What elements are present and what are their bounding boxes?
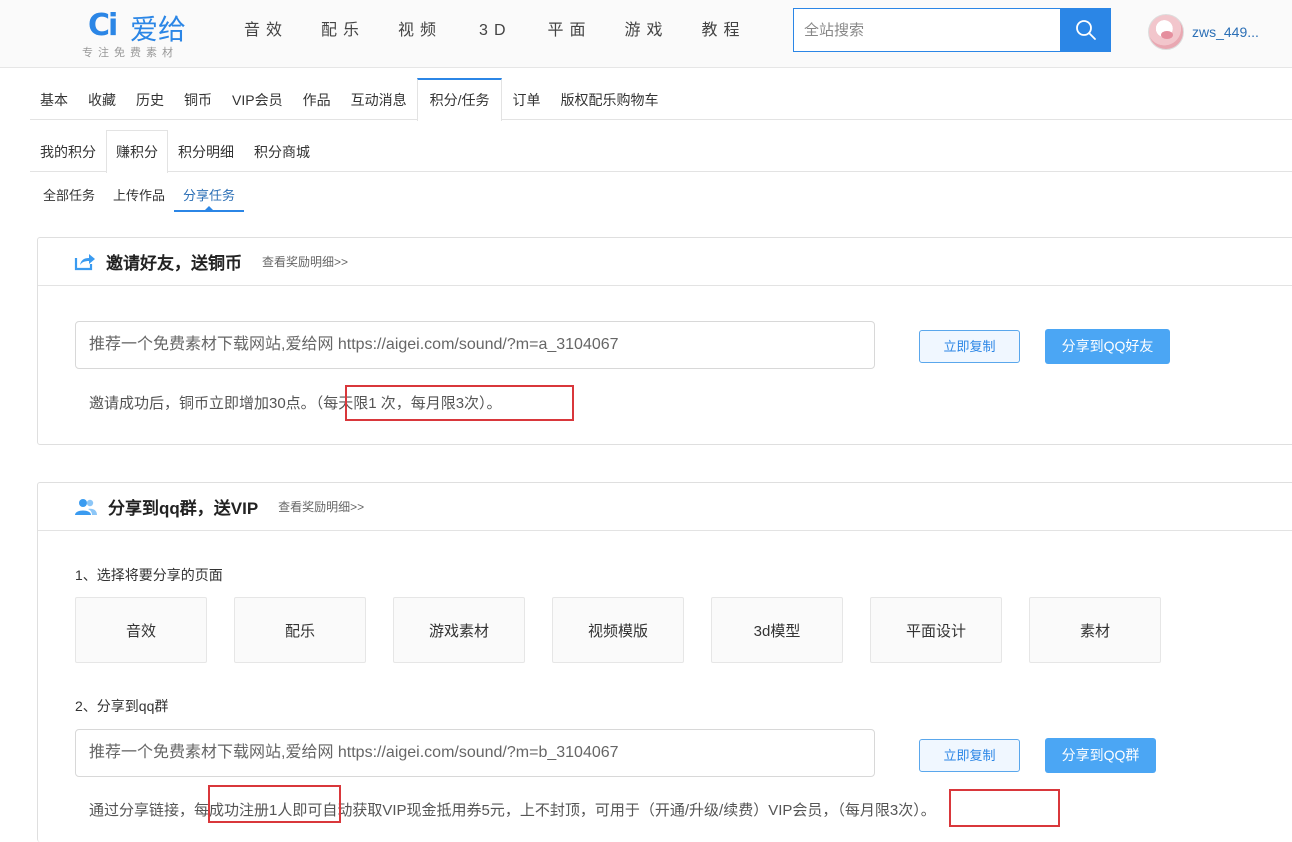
share-note-c: 可自动获取VIP现金抵用券5元，上不封顶，可用于（开通/升级/续费）VIP会员， — [307, 802, 838, 819]
username[interactable]: zws_449... — [1192, 24, 1259, 40]
category-game-assets[interactable]: 游戏素材 — [393, 597, 525, 663]
share-group-title: 分享到qq群，送VIP — [108, 499, 259, 518]
points-tabs: 我的积分 赚积分 积分明细 积分商城 — [30, 130, 1292, 173]
tab-basic[interactable]: 基本 — [30, 78, 78, 120]
nav-sound[interactable]: 音效 — [226, 0, 303, 62]
tab-music-cart[interactable]: 版权配乐购物车 — [550, 78, 668, 120]
invite-card: 邀请好友，送铜币 查看奖励明细>> 推荐一个免费素材下载网站,爱给网 https… — [37, 237, 1292, 445]
top-nav: 音效 配乐 视频 3D 平面 游戏 教程 — [226, 0, 761, 62]
site-logo[interactable]: Ci 爱给 专注免费素材 — [80, 6, 210, 62]
tab-orders[interactable]: 订单 — [502, 78, 550, 120]
account-tabs: 基本 收藏 历史 铜币 VIP会员 作品 互动消息 积分/任务 订单 版权配乐购… — [30, 78, 1292, 121]
user-menu[interactable]: zws_449... — [1148, 14, 1259, 50]
page-category-list: 音效 配乐 游戏素材 视频模版 3d模型 平面设计 素材 — [75, 597, 1188, 663]
invite-note-prefix: 邀请成功后，铜币立即增加30点。 — [89, 395, 316, 412]
category-video-templates[interactable]: 视频模版 — [552, 597, 684, 663]
tab-favorites[interactable]: 收藏 — [78, 78, 126, 120]
tab-points-mall[interactable]: 积分商城 — [244, 130, 320, 172]
avatar[interactable] — [1148, 14, 1184, 50]
invite-detail-link[interactable]: 查看奖励明细>> — [262, 253, 348, 270]
tab-messages[interactable]: 互动消息 — [341, 78, 417, 120]
logo-mark: Ci — [88, 8, 118, 43]
share-note-a: 通过分享链接， — [89, 802, 195, 819]
invite-link-box[interactable]: 推荐一个免费素材下载网站,爱给网 https://aigei.com/sound… — [75, 321, 875, 369]
users-icon — [75, 498, 97, 515]
highlight-box-per-signup — [208, 785, 341, 823]
tab-vip[interactable]: VIP会员 — [222, 78, 293, 120]
share-group-card: 分享到qq群，送VIP 查看奖励明细>> 1、选择将要分享的页面 音效 配乐 游… — [37, 482, 1292, 842]
share-note-limit: （每月限3次） — [837, 802, 921, 819]
site-search — [793, 8, 1111, 52]
tab-works[interactable]: 作品 — [293, 78, 341, 120]
site-header: Ci 爱给 专注免费素材 音效 配乐 视频 3D 平面 游戏 教程 zws_44… — [0, 0, 1292, 68]
share-group-card-header: 分享到qq群，送VIP 查看奖励明细>> — [38, 483, 1292, 531]
invite-card-header: 邀请好友，送铜币 查看奖励明细>> — [38, 238, 1292, 286]
nav-tutorial[interactable]: 教程 — [684, 0, 761, 62]
share-note-end: 。 — [920, 802, 936, 819]
share-icon — [74, 253, 95, 270]
tab-history[interactable]: 历史 — [126, 78, 174, 120]
tab-coins[interactable]: 铜币 — [174, 78, 222, 120]
tab-all-tasks[interactable]: 全部任务 — [34, 180, 104, 212]
highlight-box-monthly-limit — [949, 789, 1060, 827]
search-icon — [1075, 20, 1096, 40]
nav-3d[interactable]: 3D — [457, 0, 529, 62]
step-2-label: 2、分享到qq群 — [75, 698, 169, 714]
step-1-label: 1、选择将要分享的页面 — [75, 567, 223, 583]
tab-points-detail[interactable]: 积分明细 — [168, 130, 244, 172]
task-tabs: 全部任务 上传作品 分享任务 — [34, 180, 245, 212]
tab-my-points[interactable]: 我的积分 — [30, 130, 106, 172]
category-music[interactable]: 配乐 — [234, 597, 366, 663]
nav-music[interactable]: 配乐 — [303, 0, 380, 62]
share-qq-friend-button[interactable]: 分享到QQ好友 — [1045, 329, 1170, 364]
search-button[interactable] — [1060, 8, 1111, 52]
nav-game[interactable]: 游戏 — [607, 0, 684, 62]
share-qq-group-button[interactable]: 分享到QQ群 — [1045, 738, 1156, 773]
category-sound[interactable]: 音效 — [75, 597, 207, 663]
nav-video[interactable]: 视频 — [380, 0, 457, 62]
category-graphic-design[interactable]: 平面设计 — [870, 597, 1002, 663]
search-input[interactable] — [794, 9, 1060, 51]
share-group-detail-link[interactable]: 查看奖励明细>> — [278, 498, 364, 515]
tab-points-tasks[interactable]: 积分/任务 — [416, 78, 503, 121]
nav-graphic[interactable]: 平面 — [530, 0, 607, 62]
logo-name: 爱给 — [130, 13, 187, 46]
tab-upload-works[interactable]: 上传作品 — [104, 180, 174, 212]
invite-copy-button[interactable]: 立即复制 — [919, 330, 1020, 363]
category-materials[interactable]: 素材 — [1029, 597, 1161, 663]
highlight-box-daily-limit — [345, 385, 574, 421]
tab-share-tasks[interactable]: 分享任务 — [174, 180, 245, 212]
share-group-copy-button[interactable]: 立即复制 — [919, 739, 1020, 772]
invite-title: 邀请好友，送铜币 — [106, 254, 242, 273]
category-3d-models[interactable]: 3d模型 — [711, 597, 843, 663]
tab-earn-points[interactable]: 赚积分 — [106, 130, 168, 173]
logo-slogan: 专注免费素材 — [82, 47, 178, 59]
share-group-link-box[interactable]: 推荐一个免费素材下载网站,爱给网 https://aigei.com/sound… — [75, 729, 875, 777]
